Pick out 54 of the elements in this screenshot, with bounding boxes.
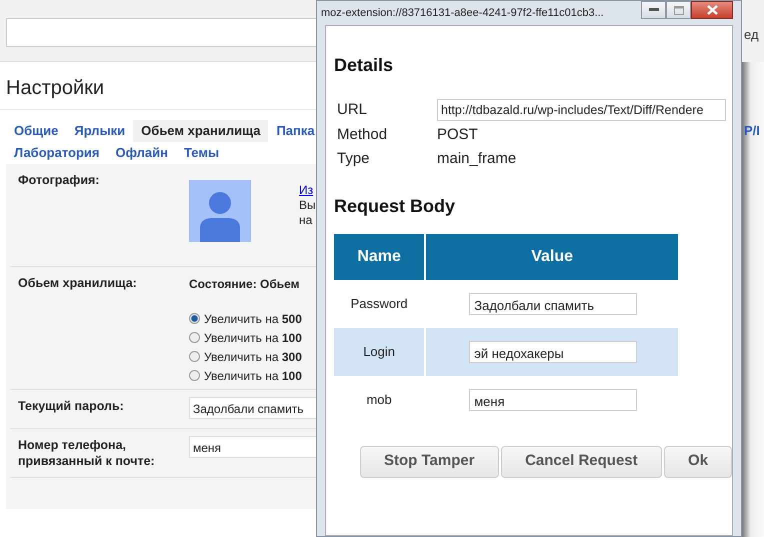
settings-tab[interactable]: Лаборатория [6,142,108,164]
detail-label: Type [337,149,371,169]
minimize-icon [648,8,658,12]
detail-value: main_frame [437,149,518,169]
close-button[interactable] [691,1,733,19]
setting-label: Обьем хранилища: [17,275,138,292]
minimize-button[interactable] [641,1,666,19]
radio-label: Увеличить на 500 [204,310,302,328]
close-icon [706,5,718,15]
radio-label: Увеличить на 300 [204,348,302,366]
radio-label: Увеличить на 100 [204,368,302,384]
radio-button[interactable] [189,313,200,324]
table-cell-text: Password [350,294,409,313]
action-button[interactable]: Ok [664,446,732,478]
maximize-icon [674,6,684,14]
text-field[interactable]: Задолбали спамить [189,397,316,419]
settings-tab[interactable]: Темы [176,142,228,164]
settings-tab[interactable]: Общие [6,120,66,142]
storage-status: Состояние: Обьем [189,276,301,293]
setting-label: Текущий пароль: [17,398,125,415]
column-header: Name [334,234,424,280]
settings-tab[interactable]: Офлайн [107,142,176,164]
settings-tab[interactable]: Обьем хранилища [133,120,268,142]
action-button[interactable]: Stop Tamper [360,446,499,478]
radio-button[interactable] [189,351,200,362]
detail-value: POST [437,124,479,144]
text-field[interactable]: меня [189,436,316,458]
setting-label: Номер телефона, привязанный к почте: [17,437,156,470]
photo-hint-text: Вы [299,198,316,213]
url-field[interactable]: http://tdbazald.ru/wp-includes/Text/Diff/Rendere [437,99,726,122]
detail-label: Method [337,124,388,144]
photo-hint-text: на [299,213,314,228]
settings-tab[interactable]: Ярлыки [66,120,134,142]
column-header: Value [426,234,678,280]
radio-label: Увеличить на 100 [204,330,302,346]
search-field[interactable] [6,18,316,47]
action-button[interactable]: Cancel Request [500,446,662,478]
value-field[interactable]: Задолбали спамить [469,292,638,314]
radio-button[interactable] [189,370,200,381]
detail-label: URL [337,100,368,120]
value-field[interactable]: эй недохакеры [469,340,638,362]
settings-tab[interactable]: Папка [268,120,316,142]
settings-tab[interactable]: P/I [742,62,764,140]
table-cell: Login [334,328,424,376]
radio-button[interactable] [189,332,200,343]
section-heading: Request Body [334,194,456,218]
avatar-icon [189,180,251,242]
page-text: ед [742,0,764,62]
window-title: moz-extension://83716131-a8ee-4241-97f2-ffe11c01cb3... [321,6,604,20]
value-field[interactable]: меня [469,388,638,410]
change-photo-link[interactable]: Из [299,183,314,197]
section-heading: Details [334,54,394,77]
table-cell-text: mob [365,390,393,409]
setting-label: Фотография: [17,172,100,189]
